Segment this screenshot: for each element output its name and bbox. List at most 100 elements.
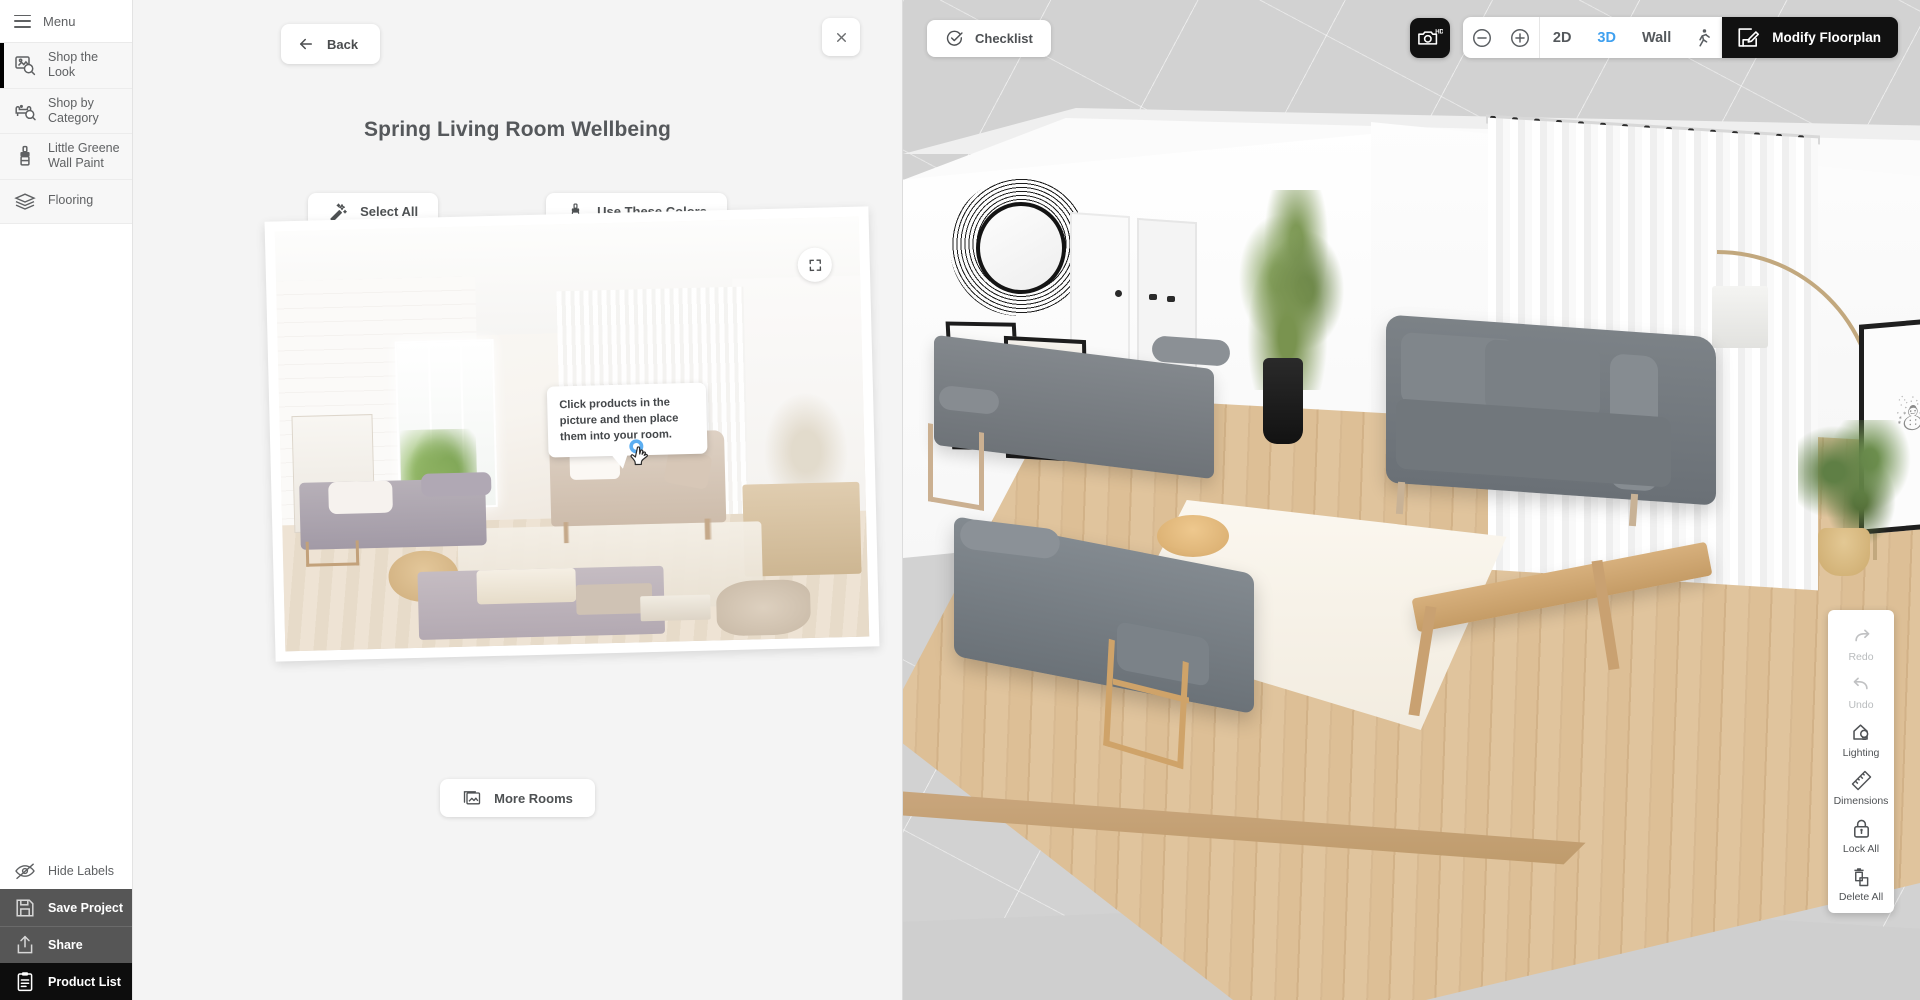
- camera-icon: HD: [1417, 27, 1443, 49]
- more-rooms-row: More Rooms: [133, 779, 902, 817]
- share-button[interactable]: Share: [0, 926, 132, 963]
- image-search-icon: [13, 53, 37, 77]
- lock-all-button[interactable]: Lock All: [1828, 811, 1894, 859]
- ruler-icon: [1850, 769, 1873, 792]
- walking-person-icon: [1692, 27, 1714, 49]
- arrow-left-icon: [297, 35, 315, 53]
- fullscreen-expand-icon: [807, 257, 822, 272]
- modify-floorplan-button[interactable]: Modify Floorplan: [1722, 17, 1898, 58]
- menu-button[interactable]: Menu: [0, 0, 132, 43]
- sidebar-item-label: Shop by Category: [48, 95, 99, 125]
- room-photo-card[interactable]: Click products in the picture and then p…: [264, 206, 880, 662]
- plus-circle-icon: [1509, 27, 1531, 49]
- pointing-hand-cursor-icon: [627, 438, 658, 473]
- sidebar-item-label: Flooring: [48, 193, 94, 208]
- photo-books: [640, 594, 712, 622]
- checklist-label: Checklist: [975, 31, 1033, 46]
- product-list-button[interactable]: Product List: [0, 963, 132, 1000]
- delete-all-button[interactable]: Delete All: [1828, 859, 1894, 907]
- svg-text:HD: HD: [1435, 29, 1443, 35]
- lighting-button[interactable]: Lighting: [1828, 715, 1894, 763]
- undo-label: Undo: [1848, 699, 1874, 711]
- scene-daybed-back-bolster: [1151, 335, 1231, 367]
- zoom-in-button[interactable]: [1501, 17, 1539, 58]
- sidebar-item-label: Little Greene Wall Paint: [48, 141, 120, 171]
- scene-mirror-glass: [976, 202, 1067, 294]
- zoom-out-button[interactable]: [1463, 17, 1501, 58]
- lightbulb-house-icon: [1850, 721, 1873, 744]
- app-root: Menu Shop the Look Shop by Category Litt…: [0, 0, 1920, 1000]
- lock-icon: [1850, 817, 1873, 840]
- trash-copies-icon: [1850, 865, 1873, 888]
- menu-label: Menu: [43, 13, 76, 29]
- sidebar-item-label: Shop the Look: [48, 50, 99, 80]
- scene-door-handle-1: [1114, 290, 1122, 297]
- 3d-room-scene[interactable]: ☺ ✦ ☃: [903, 0, 1920, 1000]
- share-label: Share: [48, 938, 83, 952]
- check-circle-icon: [945, 29, 964, 48]
- scene-door-handle-3: [1167, 296, 1176, 302]
- lock-all-label: Lock All: [1842, 843, 1880, 855]
- view-mode-wall[interactable]: Wall: [1629, 17, 1684, 58]
- sidebar-spacer: [0, 223, 132, 852]
- scene-daybed-back-frame: [928, 423, 985, 511]
- undo-arrow-icon: [1850, 673, 1873, 696]
- viewport-top-left-toolbar: Checklist: [927, 20, 1051, 57]
- eye-off-icon: [13, 859, 37, 883]
- image-gallery-icon: [462, 788, 482, 808]
- armchair-search-icon: [13, 99, 37, 123]
- hamburger-icon: [14, 14, 31, 28]
- lighting-label: Lighting: [1842, 747, 1880, 759]
- sidebar-item-wall-paint[interactable]: Little Greene Wall Paint: [0, 134, 132, 180]
- scene-palm-pot: [1818, 528, 1871, 576]
- dimensions-button[interactable]: Dimensions: [1828, 763, 1894, 811]
- undo-button[interactable]: Undo: [1828, 667, 1894, 715]
- share-upload-icon: [13, 933, 37, 957]
- clipboard-list-icon: [13, 970, 37, 994]
- floorplan-edit-icon: [1736, 25, 1761, 50]
- redo-button[interactable]: Redo: [1828, 619, 1894, 667]
- room-photo-image[interactable]: Click products in the picture and then p…: [274, 216, 870, 652]
- viewport-top-right-toolbar: HD: [1409, 17, 1898, 58]
- sidebar-item-flooring[interactable]: Flooring: [0, 179, 132, 224]
- flooring-layers-icon: [13, 189, 37, 213]
- view-mode-2d[interactable]: 2D: [1540, 17, 1585, 58]
- more-rooms-label: More Rooms: [494, 790, 573, 806]
- checklist-button[interactable]: Checklist: [927, 20, 1051, 57]
- 3d-viewport[interactable]: ☺ ✦ ☃: [903, 0, 1920, 1000]
- scene-lamp-shade: [1711, 286, 1768, 348]
- redo-arrow-icon: [1850, 625, 1873, 648]
- redo-label: Redo: [1848, 651, 1874, 663]
- page-title: Spring Living Room Wellbeing: [364, 118, 671, 141]
- scene-black-vase[interactable]: [1263, 358, 1304, 444]
- sidebar-item-shop-the-look[interactable]: Shop the Look: [0, 43, 132, 89]
- sidebar-item-shop-by-category[interactable]: Shop by Category: [0, 88, 132, 134]
- close-panel-button[interactable]: [822, 18, 860, 56]
- close-icon: [835, 31, 848, 44]
- viewport-tools-panel: Redo Undo Lighting Dimensions Lock All D…: [1828, 610, 1894, 913]
- photo-daybed-pillow: [327, 480, 393, 514]
- minus-circle-icon: [1471, 27, 1493, 49]
- photo-fur-throw: [715, 579, 811, 637]
- product-list-label: Product List: [48, 974, 121, 989]
- hide-labels-button[interactable]: Hide Labels: [0, 852, 132, 889]
- paint-brush-icon: [13, 144, 37, 168]
- floppy-disk-icon: [13, 896, 37, 920]
- save-project-button[interactable]: Save Project: [0, 889, 132, 926]
- more-rooms-button[interactable]: More Rooms: [440, 779, 595, 817]
- back-label: Back: [327, 36, 359, 52]
- delete-all-label: Delete All: [1838, 891, 1884, 903]
- photo-throw-blanket: [476, 568, 577, 605]
- photo-daybed-frame: [305, 540, 360, 567]
- save-project-label: Save Project: [48, 900, 124, 915]
- modify-floorplan-label: Modify Floorplan: [1772, 30, 1881, 45]
- walk-mode-button[interactable]: [1684, 17, 1722, 58]
- view-mode-3d[interactable]: 3D: [1584, 17, 1629, 58]
- dimensions-label: Dimensions: [1833, 795, 1889, 807]
- photo-sofa-legs: [556, 518, 721, 544]
- photo-branches: [757, 384, 854, 497]
- hd-camera-button[interactable]: HD: [1409, 17, 1450, 58]
- scene-pouf[interactable]: [1157, 515, 1230, 557]
- shop-the-look-panel: Back Spring Living Room Wellbeing Select…: [133, 0, 903, 1000]
- back-button[interactable]: Back: [281, 24, 381, 64]
